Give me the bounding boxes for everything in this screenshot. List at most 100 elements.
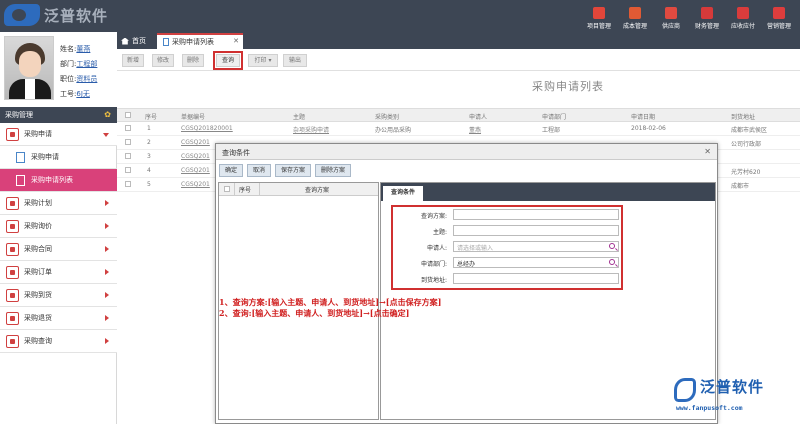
delete-button[interactable]: 删除 [182, 54, 204, 67]
cell-code[interactable]: CGSQ201820001 [181, 125, 233, 132]
position-value[interactable]: 资料员 [76, 75, 97, 83]
tab-home[interactable]: 首页 [121, 36, 146, 46]
table-row[interactable]: 1 CGSQ201820001 杂项采购申请 办公用品采购 董燕 工程部 2018-02-0… [117, 122, 800, 136]
select-all-checkbox[interactable] [125, 112, 131, 118]
dept-value[interactable]: 工程部 [76, 60, 97, 68]
sidebar-item-1[interactable]: 采购计划 [0, 192, 117, 215]
save-scheme-button[interactable]: 保存方案 [275, 164, 312, 177]
tab-query-condition[interactable]: 查询条件 [383, 186, 423, 201]
empno-label: 工号: [60, 90, 77, 98]
cell-no: 1 [147, 125, 151, 132]
module-label: 财务管理 [694, 23, 719, 30]
sidebar-item-6[interactable]: 采购退货 [0, 307, 117, 330]
delete-scheme-button[interactable]: 删除方案 [315, 164, 352, 177]
cell-code[interactable]: CGSQ201 [181, 167, 210, 174]
module-cost[interactable]: 成本管理 [618, 2, 652, 32]
menu-item-icon [6, 242, 19, 256]
sidebar-item-label: 采购合同 [24, 245, 52, 253]
cell-address: 成都市 [731, 183, 750, 190]
add-button[interactable]: 新增 [122, 54, 144, 67]
tab-home-label: 首页 [132, 37, 146, 45]
print-button[interactable]: 打印 ▾ [248, 54, 278, 67]
cancel-button[interactable]: 取消 [247, 164, 272, 177]
column-header: 到货地址 [731, 114, 756, 121]
form-row: 申请部门: 总经办 [393, 257, 621, 268]
search-icon[interactable] [609, 259, 615, 265]
form-row: 查询方案: [393, 209, 621, 220]
row-checkbox[interactable] [125, 125, 131, 131]
sidebar-item-0[interactable]: 采购申请 [0, 123, 117, 146]
module-label: 成本管理 [622, 23, 647, 30]
sidebar-subitem-1[interactable]: 采购申请列表 [0, 169, 117, 192]
field-input-1[interactable] [453, 225, 619, 236]
row-checkbox[interactable] [125, 181, 131, 187]
sidebar-item-2[interactable]: 采购询价 [0, 215, 117, 238]
column-header: 单据编号 [181, 114, 206, 121]
close-icon[interactable]: ✕ [704, 147, 711, 156]
sidebar-item-label: 采购询价 [24, 222, 52, 230]
cell-code[interactable]: CGSQ201 [181, 153, 210, 160]
field-input-3[interactable]: 总经办 [453, 257, 619, 268]
sidebar-item-7[interactable]: 采购查询 [0, 330, 117, 353]
cell-code[interactable]: CGSQ201 [181, 139, 210, 146]
column-header: 申请人 [469, 114, 488, 121]
instruction-note: 1、查询方案:[输入主题、申请人、到货地址]→[点击保存方案] 2、查询:[输入… [219, 297, 441, 319]
module-project[interactable]: 项目管理 [582, 2, 616, 32]
cell-subject[interactable]: 杂项采购申请 [293, 125, 329, 134]
field-input-4[interactable] [453, 273, 619, 284]
menu-header-label: 采购管理 [5, 111, 33, 119]
watermark-brand: 泛普软件 [700, 378, 765, 396]
select-all-checkbox[interactable] [224, 186, 230, 192]
tab-purchase-request-list[interactable]: 采购申请列表 ✕ [157, 33, 243, 49]
cell-applicant[interactable]: 董燕 [469, 125, 481, 134]
chevron-right-icon [105, 292, 109, 298]
sidebar-subitem-0[interactable]: 采购申请 [0, 146, 117, 169]
app-logo: 泛普软件 [4, 4, 108, 26]
module-supplier[interactable]: 供应商 [654, 2, 688, 32]
sidebar: 姓名:董燕 部门:工程部 职位:资料员 工号:6J无 采购管理 ✿ 采购申请 采购… [0, 32, 117, 424]
cell-code[interactable]: CGSQ201 [181, 181, 210, 188]
close-tab-icon[interactable]: ✕ [233, 37, 239, 45]
row-checkbox[interactable] [125, 139, 131, 145]
cell-no: 5 [147, 181, 151, 188]
row-checkbox[interactable] [125, 167, 131, 173]
export-button[interactable]: 输出 [283, 54, 307, 67]
tab-active-label: 采购申请列表 [172, 38, 214, 46]
menu-item-icon [6, 219, 19, 233]
module-label: 项目管理 [586, 23, 611, 30]
confirm-button[interactable]: 确定 [219, 164, 244, 177]
sidebar-menu: 采购申请 采购申请 采购申请列表 采购计划 采购询价 采购合同 采购订单 采购到货 采购退货 采购… [0, 123, 117, 353]
position-label: 职位: [60, 75, 77, 83]
name-label: 姓名: [60, 45, 77, 53]
cell-address: 光芳村620 [731, 169, 761, 176]
query-button[interactable]: 查询 [213, 51, 243, 70]
search-icon[interactable] [609, 243, 615, 249]
field-input-0[interactable] [453, 209, 619, 220]
empno-value[interactable]: 6J无 [76, 90, 90, 98]
field-input-2[interactable]: 请选择或输入 [453, 241, 619, 252]
chevron-right-icon [105, 200, 109, 206]
chevron-down-icon [103, 133, 109, 137]
cell-dept: 工程部 [542, 127, 561, 134]
module-marketing[interactable]: 营销管理 [762, 2, 796, 32]
sidebar-item-3[interactable]: 采购合同 [0, 238, 117, 261]
module-nav: 项目管理 成本管理 供应商 财务管理 应收应付 营销管理 [582, 2, 796, 32]
sidebar-item-5[interactable]: 采购到货 [0, 284, 117, 307]
column-header: 申请日期 [631, 114, 656, 121]
name-value[interactable]: 董燕 [76, 45, 90, 53]
field-placeholder: 请选择或输入 [457, 245, 494, 252]
column-header: 采购类别 [375, 114, 400, 121]
sidebar-item-4[interactable]: 采购订单 [0, 261, 117, 284]
cell-no: 3 [147, 153, 151, 160]
supplier-icon [665, 7, 677, 19]
menu-item-icon [6, 311, 19, 325]
module-receivable[interactable]: 应收应付 [726, 2, 760, 32]
module-finance[interactable]: 财务管理 [690, 2, 724, 32]
cell-date: 2018-02-06 [631, 125, 666, 132]
grid-header: 序号 单据编号 主题 采购类别 申请人 申请部门 申请日期 到货地址 [117, 108, 800, 122]
column-header: 申请部门 [542, 114, 567, 121]
edit-button[interactable]: 修改 [152, 54, 174, 67]
row-checkbox[interactable] [125, 153, 131, 159]
gear-icon[interactable]: ✿ [104, 110, 111, 119]
column-header: 主题 [293, 114, 306, 121]
